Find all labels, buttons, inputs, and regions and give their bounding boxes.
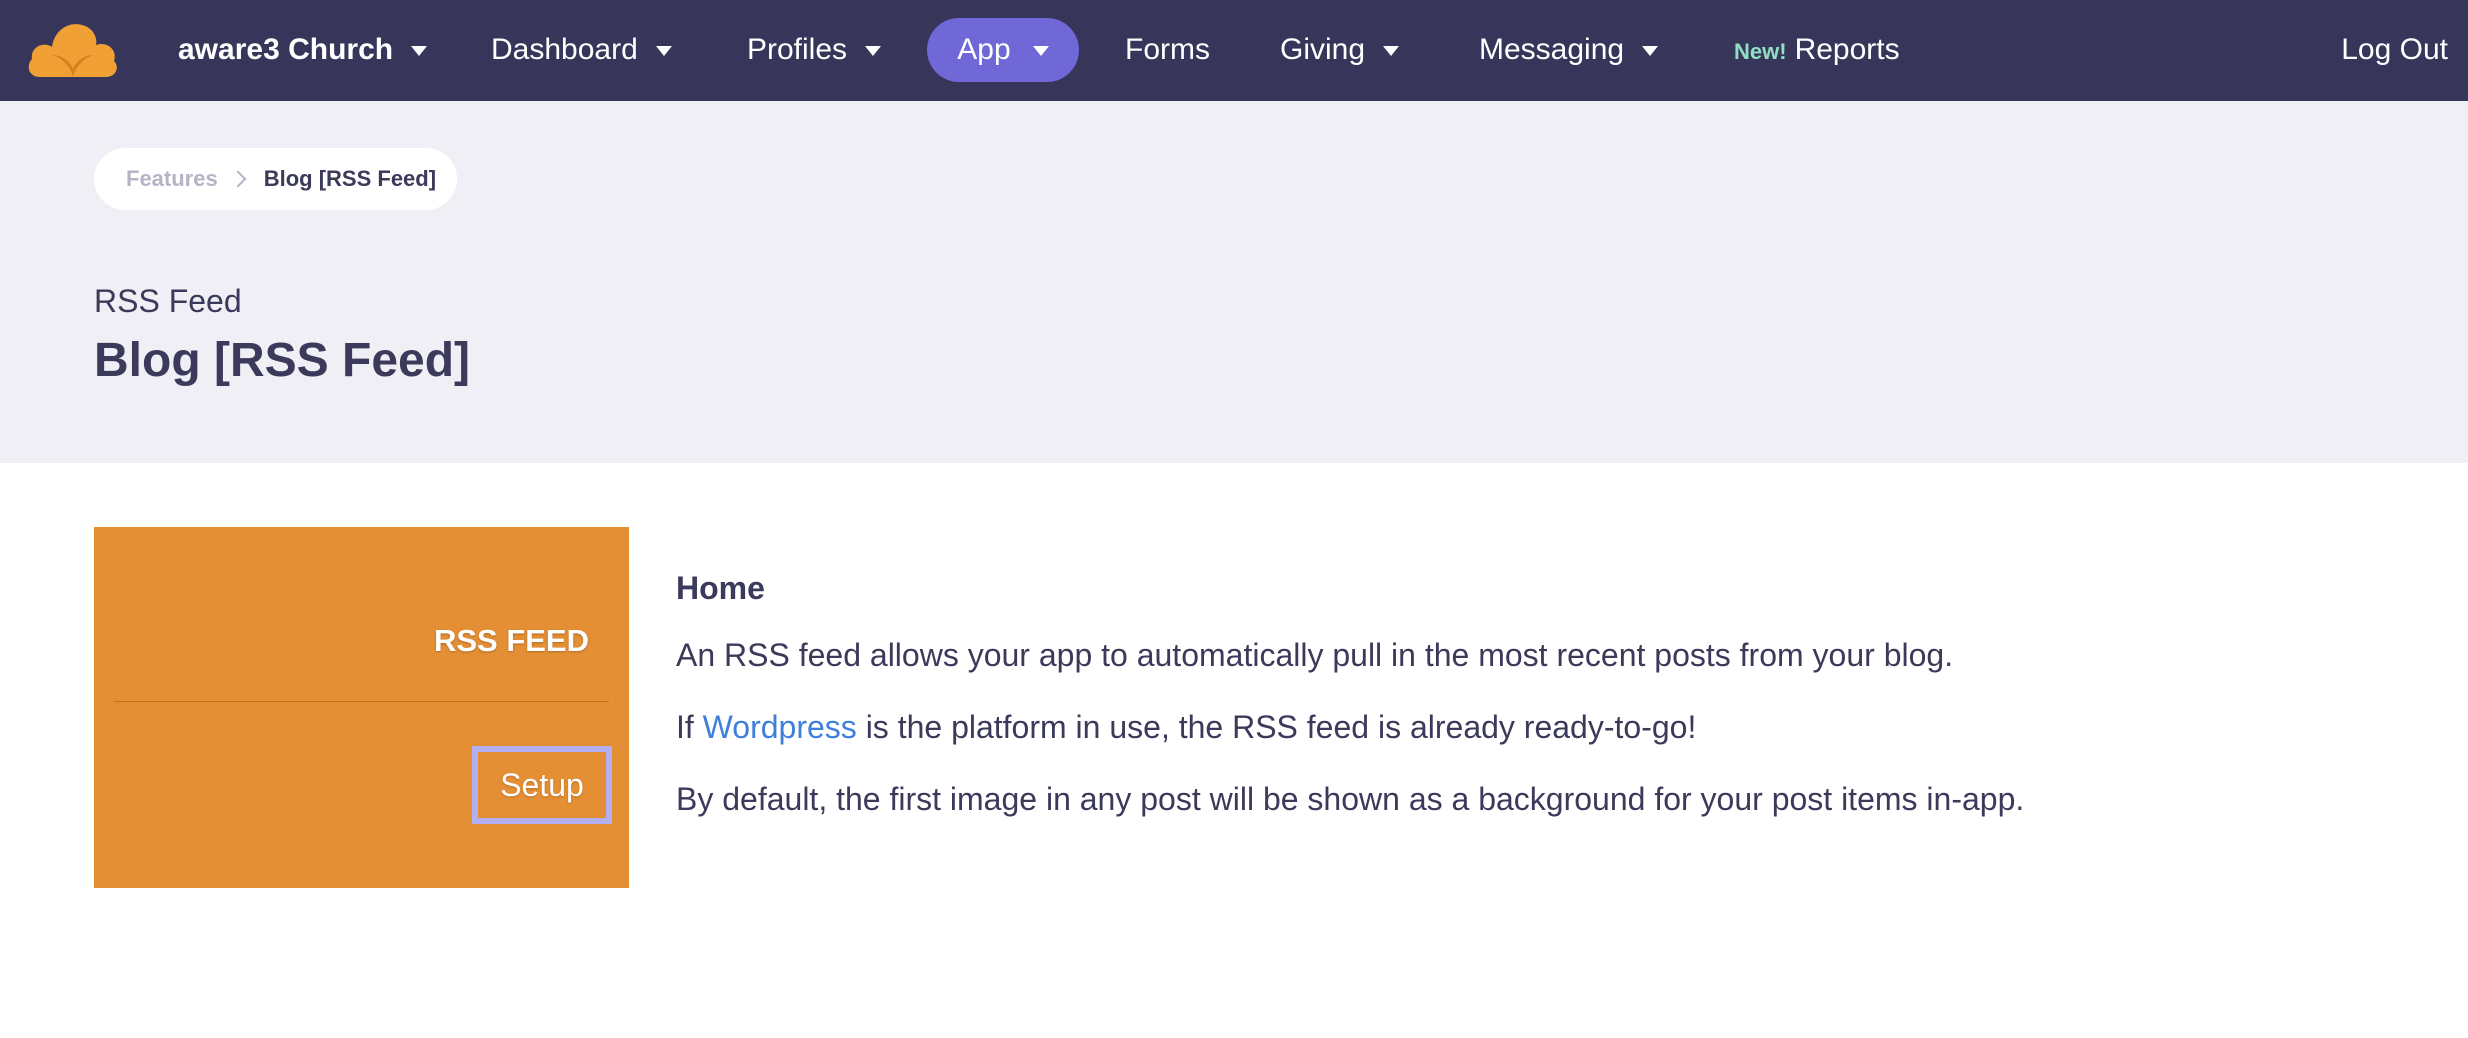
description-heading: Home [676,570,765,606]
page-subtitle: RSS Feed [94,283,242,319]
nav-reports[interactable]: New! Reports [1734,18,1900,82]
nav-profiles-label: Profiles [747,33,848,66]
caret-down-icon [1383,46,1400,56]
top-navbar: aware3 Church Dashboard Profiles App For… [0,0,2468,101]
caret-down-icon [655,46,672,56]
caret-down-icon [411,46,428,56]
new-badge: New! [1734,39,1787,64]
para2-prefix: If [676,709,703,745]
aware3-logo-icon[interactable] [26,17,120,79]
nav-app-label: App [957,33,1011,66]
breadcrumb: Features Blog [RSS Feed] [94,148,457,210]
nav-org-label: aware3 Church [178,33,394,66]
nav-reports-label: Reports [1794,33,1900,66]
chevron-right-icon [229,170,247,188]
description-paragraph-3: By default, the first image in any post … [676,781,2025,817]
nav-giving[interactable]: Giving [1280,18,1400,82]
para2-suffix: is the platform in use, the RSS feed is … [856,709,1697,745]
page-header: Features Blog [RSS Feed] RSS Feed Blog [… [0,101,2468,463]
nav-org-switcher[interactable]: aware3 Church [178,18,428,82]
setup-button[interactable]: Setup [472,746,612,824]
nav-app-active[interactable]: App [927,18,1079,82]
nav-messaging[interactable]: Messaging [1479,18,1659,82]
nav-dashboard-label: Dashboard [491,33,638,66]
description-paragraph-2: If Wordpress is the platform in use, the… [676,707,2176,747]
nav-dashboard[interactable]: Dashboard [491,18,672,82]
nav-forms[interactable]: Forms [1125,18,1210,82]
nav-forms-label: Forms [1125,33,1210,66]
breadcrumb-current: Blog [RSS Feed] [263,166,437,191]
logout-link[interactable]: Log Out [2341,18,2448,82]
rss-feed-card: RSS FEED Setup [94,527,629,888]
caret-down-icon [1032,46,1049,56]
nav-messaging-label: Messaging [1479,33,1625,66]
wordpress-link[interactable]: Wordpress [703,709,857,745]
description-paragraph-1: An RSS feed allows your app to automatic… [676,637,1954,673]
logout-label: Log Out [2341,33,2448,66]
card-divider [114,701,609,702]
nav-profiles[interactable]: Profiles [747,18,882,82]
page-title: Blog [RSS Feed] [94,334,471,387]
caret-down-icon [1642,46,1659,56]
nav-giving-label: Giving [1280,33,1366,66]
card-label: RSS FEED [433,623,589,658]
caret-down-icon [865,46,882,56]
feature-description: Home An RSS feed allows your app to auto… [676,570,2176,851]
breadcrumb-features-link[interactable]: Features [126,166,218,192]
